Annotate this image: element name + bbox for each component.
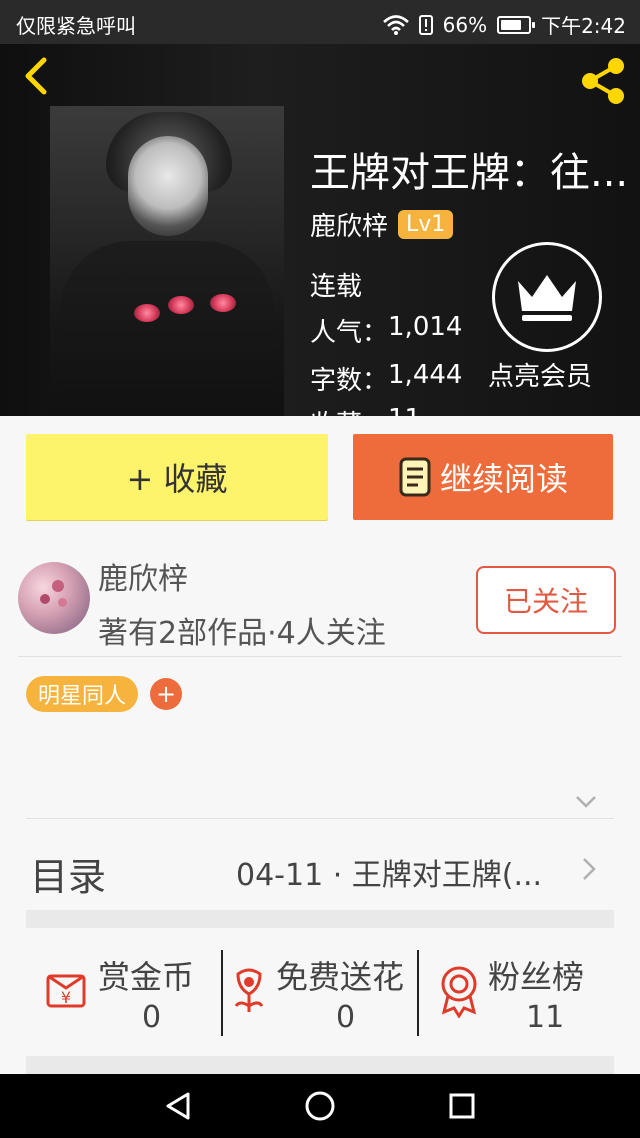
chevron-right-icon	[583, 858, 596, 880]
status-right: 66% 下午2:42	[382, 10, 626, 39]
stat-value: 0	[336, 1000, 356, 1035]
expand-button[interactable]	[574, 794, 598, 810]
share-button[interactable]	[578, 56, 628, 106]
back-button[interactable]	[18, 56, 58, 96]
add-tag-label: +	[155, 680, 177, 708]
toc-label[interactable]: 目录	[30, 846, 106, 901]
favorites: 收藏： 11	[310, 404, 421, 416]
wifi-icon	[382, 14, 409, 35]
toc-latest-chapter[interactable]: 04-11 · 王牌对王牌(...	[236, 850, 566, 894]
collect-button[interactable]: + 收藏	[26, 434, 328, 520]
popularity-value: 1,014	[388, 312, 463, 342]
stat-value: 0	[142, 1000, 162, 1035]
follow-button[interactable]: 已关注	[476, 566, 616, 634]
status-bar: 仅限紧急呼叫 66% 下午2:42	[0, 0, 640, 44]
stat-fan-rank[interactable]: 粉丝榜 11	[418, 944, 614, 1060]
nav-back-icon[interactable]	[164, 1091, 192, 1121]
tag-chip[interactable]: 明星同人	[26, 676, 139, 712]
membership-label: 点亮会员	[488, 362, 593, 392]
flower-icon	[234, 968, 264, 1012]
follow-label: 已关注	[503, 585, 588, 618]
medal-icon	[441, 966, 477, 1018]
stat-coins[interactable]: ¥ 赏金币 0	[26, 944, 222, 1060]
toc-open-button[interactable]	[580, 856, 598, 882]
chevron-left-icon	[25, 57, 47, 95]
divider	[26, 818, 614, 819]
svg-text:¥: ¥	[61, 988, 71, 1007]
collect-label: + 收藏	[126, 460, 228, 498]
author-line: 鹿欣梓 Lv1	[310, 206, 454, 243]
author-card-subtitle: 著有2部作品·4人关注	[98, 616, 386, 651]
crown-icon	[518, 275, 576, 321]
nav-home-icon[interactable]	[304, 1090, 336, 1122]
stat-value: 11	[526, 1000, 565, 1035]
clock: 下午2:42	[541, 14, 626, 38]
stat-flowers[interactable]: 免费送花 0	[222, 944, 418, 1060]
battery-percent: 66%	[442, 12, 488, 37]
emergency-call-text: 仅限紧急呼叫	[16, 14, 136, 38]
stat-label: 免费送花	[276, 958, 405, 996]
stat-label: 粉丝榜	[488, 958, 585, 996]
favorites-label: 收藏：	[310, 404, 388, 416]
book-cover-image	[50, 106, 284, 416]
author-name[interactable]: 鹿欣梓	[310, 206, 388, 243]
continue-reading-button[interactable]: 继续阅读	[353, 434, 613, 520]
section-separator	[26, 910, 614, 928]
nav-recents-icon[interactable]	[448, 1092, 476, 1120]
tag-label: 明星同人	[38, 684, 127, 709]
share-icon	[582, 58, 624, 104]
book-icon	[399, 457, 431, 497]
coin-envelope-icon: ¥	[46, 974, 86, 1008]
popularity: 人气： 1,014	[310, 312, 462, 349]
level-badge: Lv1	[398, 210, 454, 239]
word-count: 字数： 1,444	[310, 360, 462, 397]
status-text: 连载	[310, 272, 363, 302]
author-card-name[interactable]: 鹿欣梓	[98, 554, 188, 598]
popularity-label: 人气：	[310, 318, 389, 348]
stat-label: 赏金币	[98, 958, 195, 996]
system-navigation-bar	[0, 1074, 640, 1138]
divider	[18, 656, 622, 657]
word-count-value: 1,444	[388, 360, 463, 390]
signal-alert-icon	[418, 14, 433, 35]
author-avatar[interactable]	[18, 562, 90, 634]
stats-row: ¥ 赏金币 0 免费送花 0 粉丝榜 11	[26, 944, 614, 1060]
battery-icon	[497, 15, 536, 34]
book-title: 王牌对王牌：往...	[310, 150, 629, 196]
section-separator	[26, 1056, 614, 1074]
continue-label: 继续阅读	[439, 460, 568, 498]
word-count-label: 字数：	[310, 366, 389, 396]
chevron-down-icon	[576, 796, 596, 808]
favorites-value: 11	[388, 404, 421, 416]
membership-button[interactable]	[492, 242, 602, 352]
add-tag-button[interactable]: +	[150, 678, 182, 710]
